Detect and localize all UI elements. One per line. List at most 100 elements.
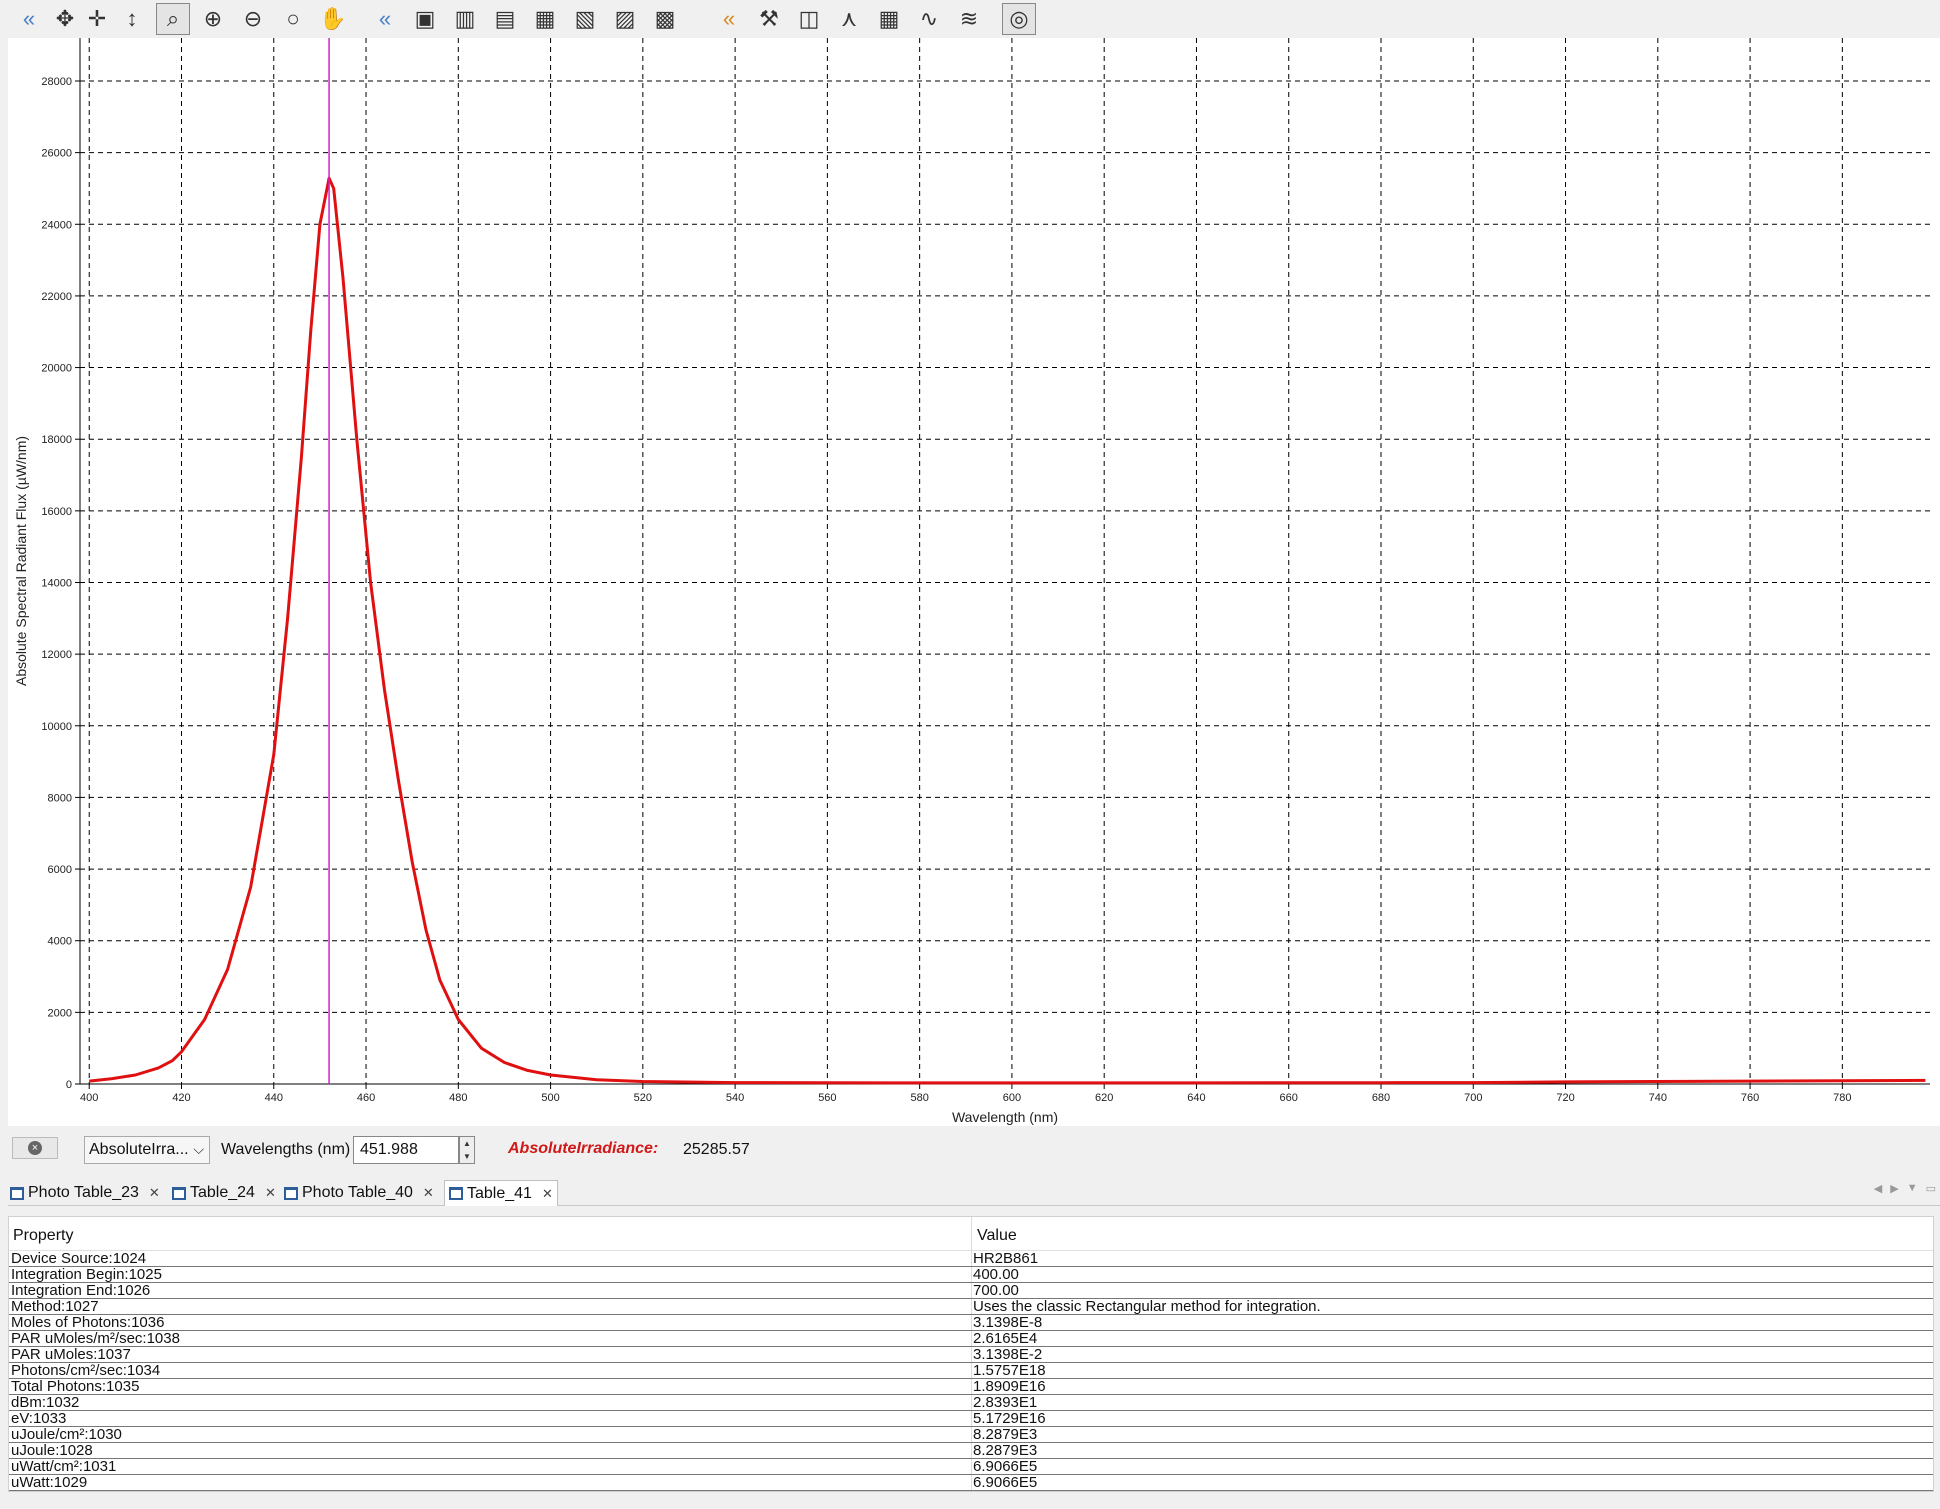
cursor-bar: × AbsoluteIrra... ⌵ Wavelengths (nm) 451… [8,1126,1940,1172]
x-tick-label: 460 [357,1092,375,1104]
copy-icon[interactable]: ▤ [488,3,522,35]
peak-icon[interactable]: ⋏ [832,3,866,35]
tab-table-41[interactable]: Table_41 ✕ [444,1180,558,1206]
camera-icon[interactable]: ▣ [408,3,442,35]
property-cell: uJoule:1028 [11,1442,93,1459]
readout-value: 25285.57 [683,1141,750,1158]
series-select-value: AbsoluteIrra... [89,1141,189,1158]
property-cell: Method:1027 [11,1298,99,1315]
y-tick-label: 10000 [41,721,72,733]
chevron-down-icon: ⌵ [193,1141,204,1157]
move-all-icon[interactable]: ✥ [48,3,82,35]
save-all-icon[interactable]: ▧ [568,3,602,35]
property-cell: Device Source:1024 [11,1250,147,1267]
column-header-value[interactable]: Value [977,1227,1017,1245]
wavelength-label: Wavelengths (nm) [221,1141,351,1158]
vertical-move-icon[interactable]: ↕ [115,3,149,35]
chart-toolbar: «✥ ✛ ↕ ⌕ ⊕ ⊖ ○ ✋ «▣ ▥ ▤ ▦ ▧ ▨ ▩ «⚒ ◫ ⋏ ▦ ∿ ≋ ◎ [0,0,1940,38]
tab-close-icon[interactable]: ✕ [542,1186,553,1202]
pattern-icon[interactable]: ≋ [952,3,986,35]
property-table: Property Value Device Source:1024 HR2B861… [8,1216,1934,1493]
zoom-in-icon[interactable]: ⊕ [196,3,230,35]
maximize-icon[interactable]: ▭ [1926,1182,1936,1195]
spinner-up-icon[interactable]: ▲ [460,1137,474,1150]
spectrum-icon[interactable]: ∿ [912,3,946,35]
tab-close-icon[interactable]: ✕ [149,1185,160,1201]
x-tick-label: 740 [1649,1092,1667,1104]
save-icon[interactable]: ▦ [528,3,562,35]
table-icon[interactable]: ▦ [872,3,906,35]
table-row[interactable]: dBm:1032 2.8393E1 [9,1395,1933,1411]
table-row[interactable]: Moles of Photons:1036 3.1398E-8 [9,1315,1933,1331]
table-row[interactable]: uWatt:1029 6.9066E5 [9,1475,1933,1491]
table-row[interactable]: Photons/cm²/sec:1034 1.5757E18 [9,1363,1933,1379]
y-tick-label: 6000 [48,864,72,876]
y-tick-label: 20000 [41,363,72,375]
series-select[interactable]: AbsoluteIrra... ⌵ [84,1136,210,1164]
y-tick-label: 28000 [41,76,72,88]
wavelength-spinner[interactable]: ▲ ▼ [459,1136,475,1164]
lightbulb-icon[interactable]: ◎ [1002,3,1036,35]
table-tab-icon [449,1187,463,1200]
export-icon[interactable]: ▨ [608,3,642,35]
tab-close-icon[interactable]: ✕ [265,1185,276,1201]
y-tick-label: 26000 [41,148,72,160]
table-row[interactable]: Total Photons:1035 1.8909E16 [9,1379,1933,1395]
tab-close-icon[interactable]: ✕ [423,1185,434,1201]
spinner-down-icon[interactable]: ▼ [460,1150,474,1163]
x-tick-label: 580 [910,1092,928,1104]
zoom-box-icon[interactable]: ⌕ [156,3,190,35]
collapse-right-icon[interactable]: « [712,3,746,35]
zoom-out-icon[interactable]: ⊖ [236,3,270,35]
table-row[interactable]: eV:1033 5.1729E16 [9,1411,1933,1427]
tab-photo-table-23[interactable]: Photo Table_23 ✕ [10,1180,160,1206]
tab-next-icon[interactable]: ▶ [1890,1182,1898,1195]
tab-bar: Photo Table_23 ✕ Table_24 ✕ Photo Table_… [8,1178,1940,1206]
zoom-reset-icon[interactable]: ○ [276,3,310,35]
wavelength-input[interactable]: 451.988 [353,1136,459,1164]
tab-photo-table-40[interactable]: Photo Table_40 ✕ [284,1180,434,1206]
x-tick-label: 640 [1187,1092,1205,1104]
y-tick-label: 14000 [41,577,72,589]
chart-canvas[interactable]: 400 420 440 460 480 500 520 540 560 580 600 620 640 6… [8,38,1940,1126]
tools-icon[interactable]: ⚒ [752,3,786,35]
table-row[interactable]: Integration End:1026 700.00 [9,1283,1933,1299]
table-row[interactable]: Method:1027 Uses the classic Rectangular … [9,1299,1933,1315]
table-row[interactable]: uJoule:1028 8.2879E3 [9,1443,1933,1459]
value-cell: 3.1398E-8 [973,1314,1043,1331]
collapse-left-2-icon[interactable]: « [368,3,402,35]
chart-area-icon[interactable]: ◫ [792,3,826,35]
table-row[interactable]: Device Source:1024 HR2B861 [9,1251,1933,1267]
tab-navigation: ◀ ▶ ▼ ▭ [1874,1182,1936,1195]
pan-hand-icon[interactable]: ✋ [316,3,350,35]
x-tick-label: 660 [1280,1092,1298,1104]
property-cell: Photons/cm²/sec:1034 [11,1362,161,1379]
table-row[interactable]: PAR uMoles/m²/sec:1038 2.6165E4 [9,1331,1933,1347]
x-tick-label: 780 [1833,1092,1851,1104]
property-cell: PAR uMoles:1037 [11,1346,131,1363]
property-cell: uWatt:1029 [11,1474,88,1491]
x-tick-label: 720 [1556,1092,1574,1104]
x-tick-label: 400 [80,1092,98,1104]
tab-table-24[interactable]: Table_24 ✕ [172,1180,276,1206]
value-cell: 2.8393E1 [973,1394,1038,1411]
table-row[interactable]: Integration Begin:1025 400.00 [9,1267,1933,1283]
value-cell: 8.2879E3 [973,1442,1038,1459]
tab-prev-icon[interactable]: ◀ [1874,1182,1882,1195]
tab-label: Photo Table_40 [302,1184,413,1201]
trash-icon[interactable]: ▥ [448,3,482,35]
y-tick-label: 8000 [48,792,72,804]
y-tick-label: 12000 [41,649,72,661]
column-header-property[interactable]: Property [13,1227,73,1245]
x-axis-label: Wavelength (nm) [952,1109,1058,1125]
table-row[interactable]: PAR uMoles:1037 3.1398E-2 [9,1347,1933,1363]
spectrum-chart[interactable]: 400 420 440 460 480 500 520 540 560 580 600 620 640 6… [8,38,1940,1126]
close-cursor-button[interactable]: × [12,1137,58,1159]
value-cell: 700.00 [973,1282,1019,1299]
table-row[interactable]: uWatt/cm²:1031 6.9066E5 [9,1459,1933,1475]
table-row[interactable]: uJoule/cm²:1030 8.2879E3 [9,1427,1933,1443]
collapse-left-icon[interactable]: « [12,3,46,35]
print-icon[interactable]: ▩ [648,3,682,35]
crosshair-icon[interactable]: ✛ [80,3,114,35]
tab-menu-icon[interactable]: ▼ [1907,1182,1918,1195]
